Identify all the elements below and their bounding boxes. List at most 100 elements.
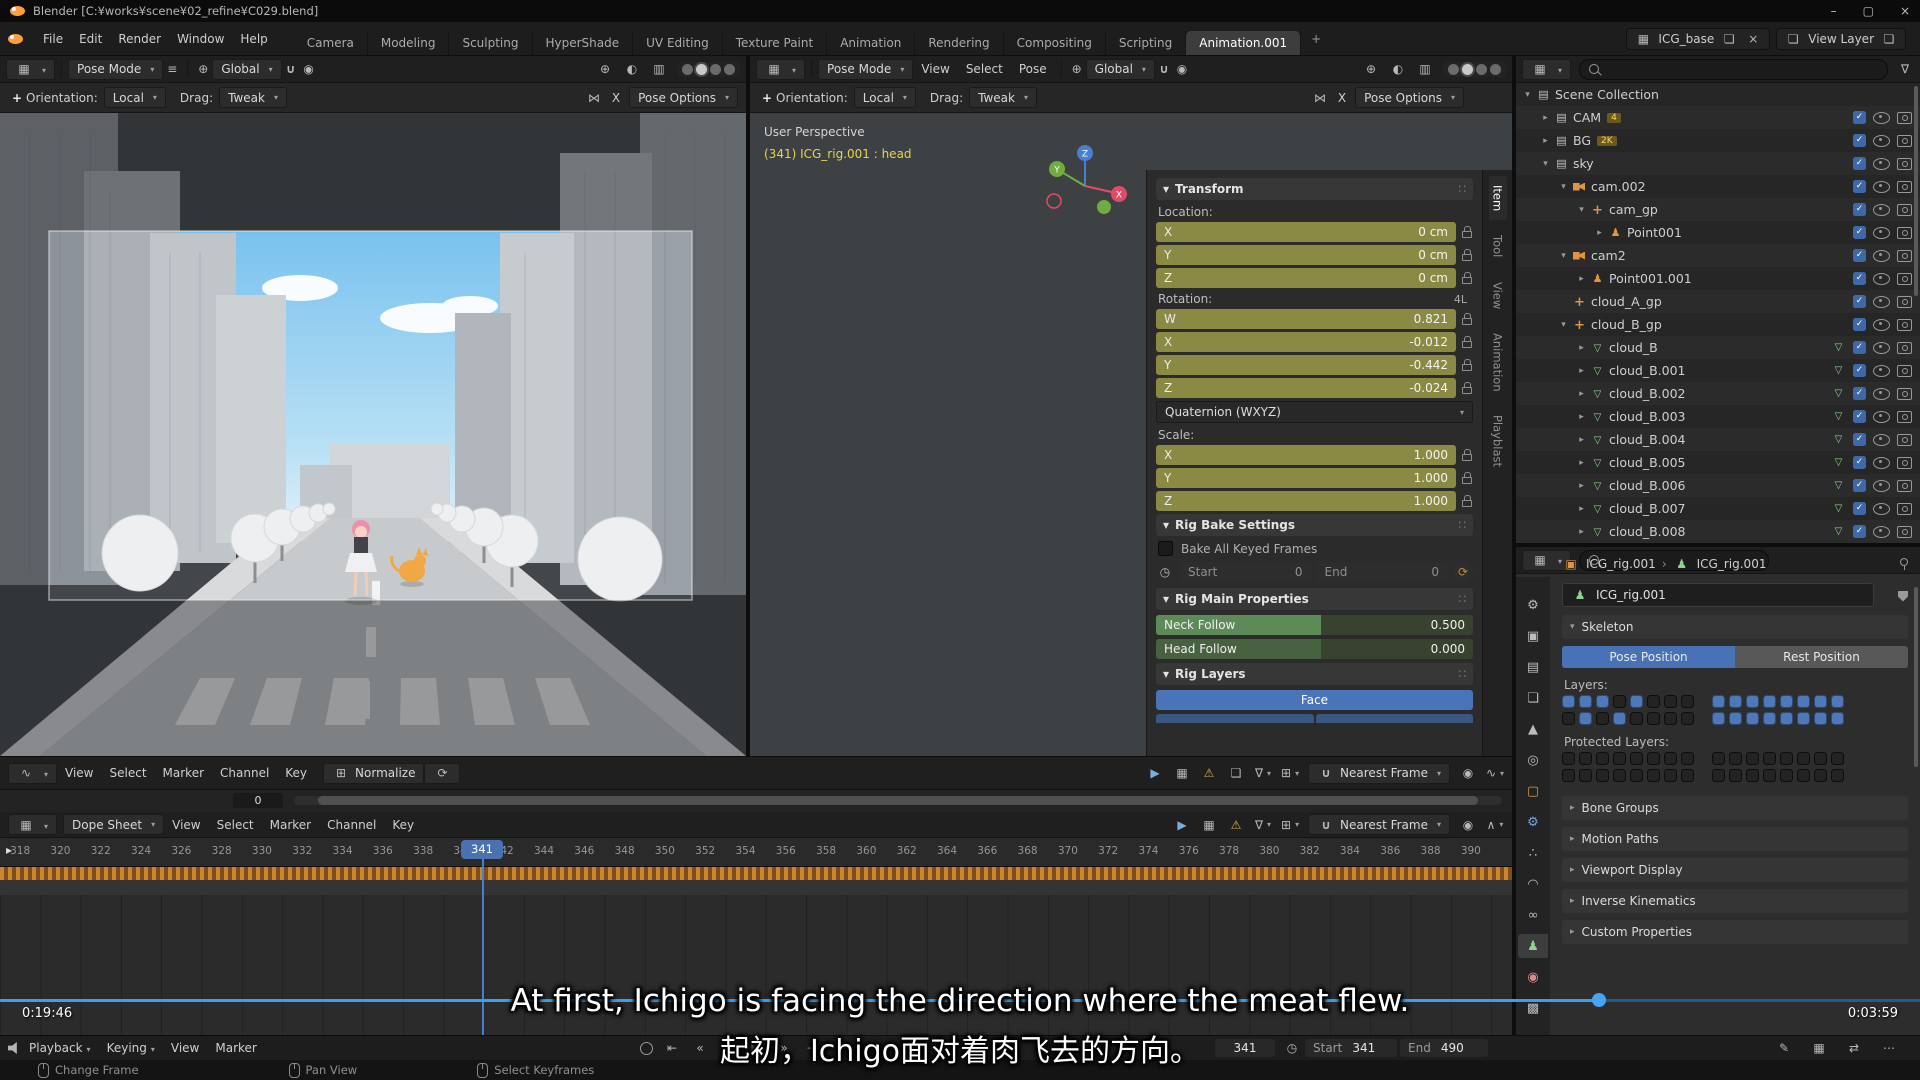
filter-icon[interactable] <box>1896 62 1914 76</box>
only-errors-icon[interactable] <box>1227 818 1245 832</box>
protected-layer-toggle[interactable] <box>1763 769 1776 782</box>
outliner-scrollbar[interactable] <box>1914 86 1918 296</box>
frame-ruler[interactable]: 3183203223243263283303323343363383403423… <box>0 838 1512 865</box>
viewport-menu-item[interactable]: Pose <box>1011 62 1055 76</box>
collapsed-panel-header[interactable]: ▸Motion Paths <box>1562 827 1908 851</box>
armature-layer-toggle[interactable] <box>1596 712 1609 725</box>
disable-in-renders-icon[interactable] <box>1897 250 1912 262</box>
bake-checkbox[interactable] <box>1158 541 1173 556</box>
xray-icon[interactable] <box>1416 62 1434 76</box>
checkbox[interactable] <box>1853 456 1866 469</box>
solid-shading-icon[interactable] <box>696 64 707 75</box>
collapsed-panel-header[interactable]: ▸Inverse Kinematics <box>1562 889 1908 913</box>
protected-layer-toggle[interactable] <box>1780 752 1793 765</box>
checkbox[interactable] <box>1853 157 1866 170</box>
armature-layer-toggle[interactable] <box>1729 712 1742 725</box>
disable-in-renders-icon[interactable] <box>1897 457 1912 469</box>
expand-arrow-icon[interactable] <box>1574 412 1589 422</box>
outliner-item-label[interactable]: Point001.001 <box>1609 271 1692 286</box>
outliner-item-label[interactable]: cloud_B.008 <box>1609 524 1686 539</box>
dope-menu-item[interactable]: View <box>164 818 208 832</box>
protected-layer-toggle[interactable] <box>1596 769 1609 782</box>
data-name-field[interactable]: ICG_rig.001 <box>1562 583 1874 607</box>
expand-arrow-icon[interactable] <box>1520 90 1535 100</box>
rotation-mode-dropdown[interactable]: Quaternion (WXYZ) <box>1156 401 1473 423</box>
armature-layer-toggle[interactable] <box>1831 712 1844 725</box>
checkbox[interactable] <box>1853 410 1866 423</box>
mirror-icon[interactable] <box>585 91 603 105</box>
expand-arrow-icon[interactable] <box>1556 251 1571 261</box>
pose-position-button[interactable]: Pose Position <box>1562 646 1735 668</box>
orientation-value-dropdown[interactable]: Local <box>854 87 916 108</box>
hide-in-viewport-icon[interactable] <box>1873 411 1890 423</box>
head-follow-slider[interactable]: Head Follow 0.000 <box>1156 639 1473 659</box>
breadcrumb-object[interactable]: ICG_rig.001 <box>1586 557 1656 571</box>
workspace-tab[interactable]: Sculpting <box>449 31 532 55</box>
snap-icon[interactable] <box>1155 62 1173 76</box>
rotation-4l-button[interactable]: 4L <box>1454 293 1471 306</box>
protected-layer-toggle[interactable] <box>1712 752 1725 765</box>
hide-in-viewport-icon[interactable] <box>1873 526 1890 538</box>
properties-tab-icon[interactable] <box>1518 717 1548 741</box>
protected-layer-toggle[interactable] <box>1596 752 1609 765</box>
outliner-item-label[interactable]: cloud_B <box>1609 340 1658 355</box>
workspace-tab[interactable]: Compositing <box>1004 31 1106 55</box>
armature-layer-toggle[interactable] <box>1613 695 1626 708</box>
workspace-tab[interactable]: Animation <box>827 31 915 55</box>
protected-layer-toggle[interactable] <box>1613 769 1626 782</box>
outliner-row[interactable]: cloud_B.008 <box>1516 520 1920 543</box>
properties-tab-icon[interactable] <box>1518 748 1548 772</box>
gizmos-icon[interactable] <box>1362 62 1380 76</box>
expand-arrow-icon[interactable] <box>1574 435 1589 445</box>
rotation-field[interactable]: Y-0.442 <box>1156 355 1456 375</box>
expand-arrow-icon[interactable] <box>1574 343 1589 353</box>
gizmos-icon[interactable] <box>596 62 614 76</box>
editor-type-button[interactable] <box>6 59 55 80</box>
playhead-sync-icon[interactable] <box>1146 766 1164 780</box>
checkbox[interactable] <box>1853 525 1866 538</box>
protected-layer-toggle[interactable] <box>1780 769 1793 782</box>
hide-in-viewport-icon[interactable] <box>1873 204 1890 216</box>
hide-in-viewport-icon[interactable] <box>1873 158 1890 170</box>
rotation-field[interactable]: W0.821 <box>1156 309 1456 329</box>
rig-layer-face-button[interactable]: Face <box>1156 690 1473 710</box>
graph-menu-item[interactable]: View <box>57 766 101 780</box>
disable-in-renders-icon[interactable] <box>1897 365 1912 377</box>
hide-in-viewport-icon[interactable] <box>1873 227 1890 239</box>
dope-menu-item[interactable]: Select <box>209 818 262 832</box>
expand-arrow-icon[interactable] <box>1574 389 1589 399</box>
outliner-item-label[interactable]: cloud_B.006 <box>1609 478 1686 493</box>
3d-viewport-canvas[interactable]: User Perspective (341) ICG_rig.001 : hea… <box>750 113 1512 756</box>
disable-in-renders-icon[interactable] <box>1897 480 1912 492</box>
scale-field[interactable]: Z1.000 <box>1156 491 1456 511</box>
hide-in-viewport-icon[interactable] <box>1873 434 1890 446</box>
new-view-layer-icon[interactable] <box>1880 32 1898 46</box>
protected-layer-toggle[interactable] <box>1797 752 1810 765</box>
armature-layer-toggle[interactable] <box>1630 712 1643 725</box>
armature-layer-toggle[interactable] <box>1664 712 1677 725</box>
expand-arrow-icon[interactable] <box>1556 320 1571 330</box>
outliner-item-label[interactable]: sky <box>1573 156 1594 171</box>
checkbox[interactable] <box>1853 226 1866 239</box>
graph-menu-item[interactable]: Channel <box>212 766 277 780</box>
checkbox[interactable] <box>1853 295 1866 308</box>
snap-dropdown[interactable]: Nearest Frame <box>1308 763 1450 784</box>
lock-icon[interactable] <box>1462 272 1473 285</box>
armature-layer-toggle[interactable] <box>1763 695 1776 708</box>
hide-in-viewport-icon[interactable] <box>1873 273 1890 285</box>
n-panel-tab[interactable]: Item <box>1489 176 1507 220</box>
overlays-icon[interactable] <box>623 62 641 76</box>
outliner-item-label[interactable]: cloud_A_gp <box>1591 294 1662 309</box>
armature-layer-toggle[interactable] <box>1729 695 1742 708</box>
protected-layer-toggle[interactable] <box>1729 752 1742 765</box>
outliner-item-label[interactable]: cloud_B.004 <box>1609 432 1686 447</box>
armature-layer-toggle[interactable] <box>1596 695 1609 708</box>
disable-in-renders-icon[interactable] <box>1897 227 1912 239</box>
pin-icon[interactable] <box>1899 558 1908 570</box>
checkbox[interactable] <box>1853 111 1866 124</box>
armature-layer-toggle[interactable] <box>1746 695 1759 708</box>
outliner-item-label[interactable]: cloud_B.005 <box>1609 455 1686 470</box>
disable-in-renders-icon[interactable] <box>1897 158 1912 170</box>
disable-in-renders-icon[interactable] <box>1897 204 1912 216</box>
only-errors-icon[interactable] <box>1200 766 1218 780</box>
